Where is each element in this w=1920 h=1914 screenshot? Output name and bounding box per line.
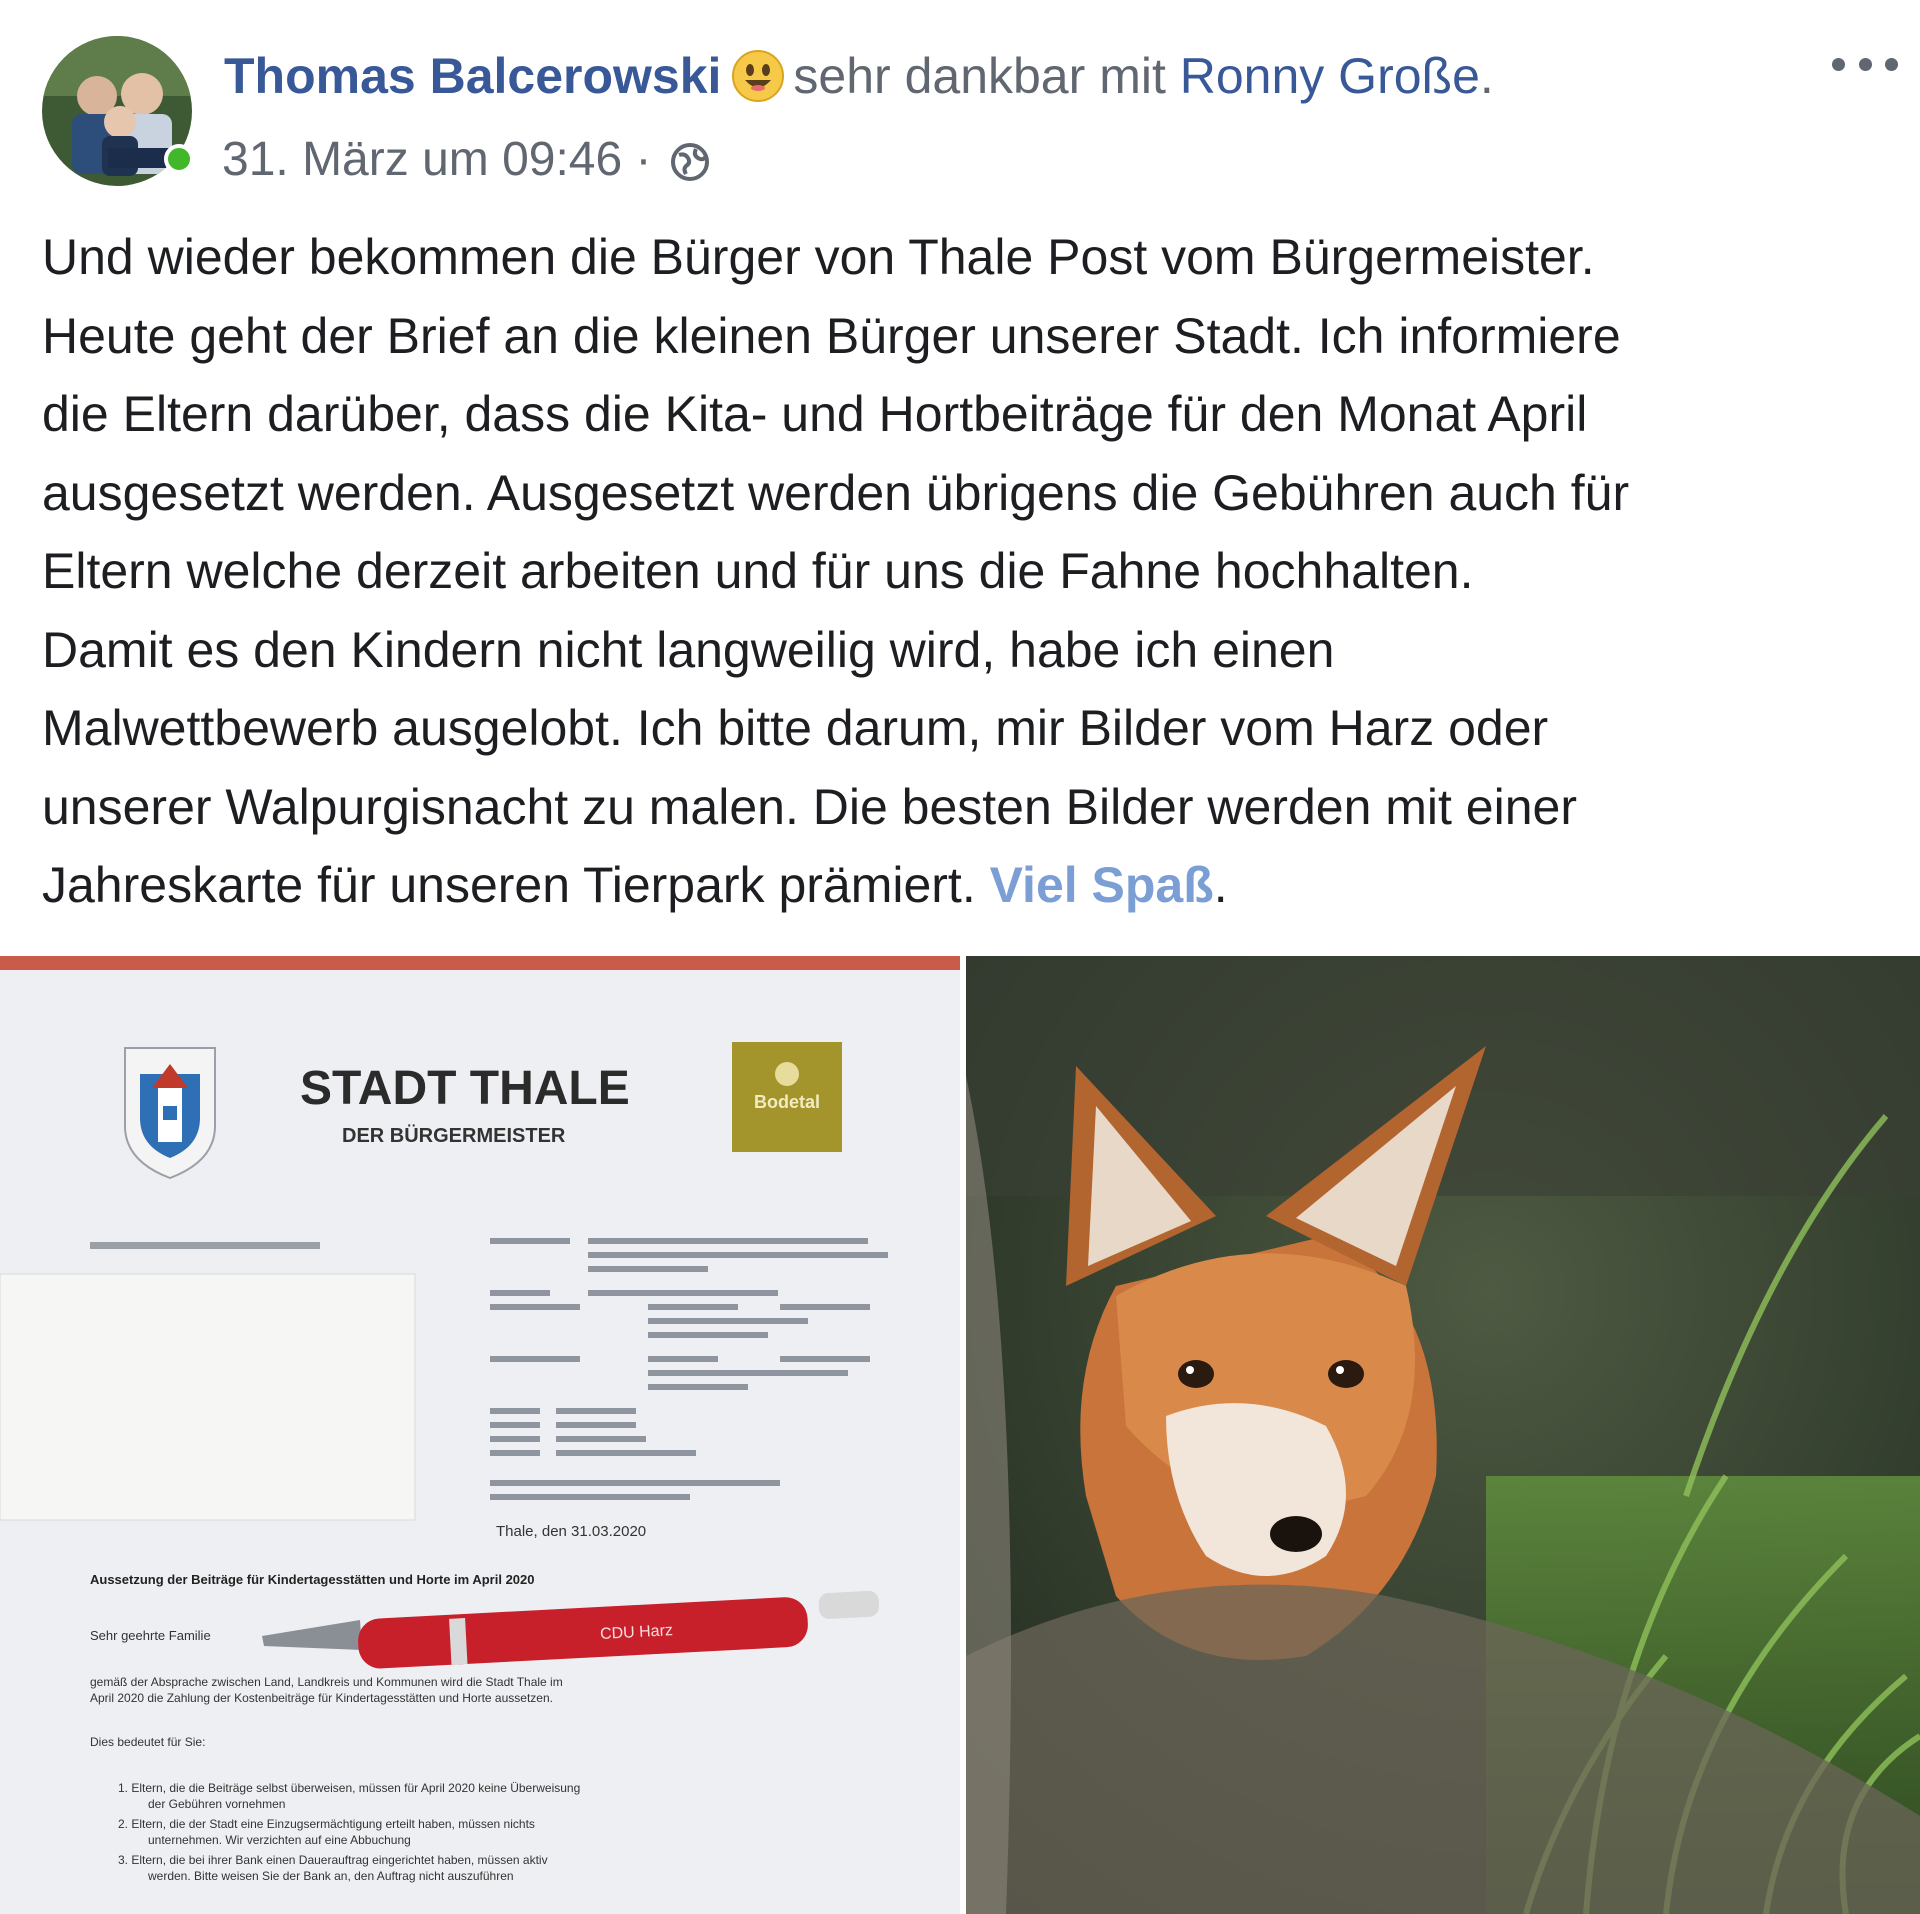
online-status-indicator: [164, 144, 194, 174]
letter-list-item: 2. Eltern, die der Stadt eine Einzugserm…: [118, 1817, 535, 1831]
title-period: .: [1479, 48, 1494, 104]
letter-list-item: 1. Eltern, die die Beiträge selbst überw…: [118, 1781, 580, 1795]
meta-separator: ·: [635, 133, 652, 186]
letter-photo[interactable]: STADT THALE DER BÜRGERMEISTER Bodetal Th…: [0, 956, 960, 1914]
post-text-line: unserer Walpurgisnacht zu malen. Die bes…: [42, 778, 1577, 835]
letter-list-item: unternehmen. Wir verzichten auf eine Abb…: [148, 1833, 411, 1847]
letter-subject: Aussetzung der Beiträge für Kindertagess…: [90, 1572, 535, 1587]
with-word: mit: [1099, 48, 1166, 104]
post-text-last-line: Jahreskarte für unseren Tierpark prämier…: [42, 846, 1902, 925]
post-text-line: ausgesetzt werden. Ausgesetzt werden übr…: [42, 464, 1630, 521]
author-name[interactable]: Thomas Balcerowski: [224, 48, 721, 104]
letter-list-item: werden. Bitte weisen Sie der Bank an, de…: [147, 1869, 514, 1883]
letter-intro: gemäß der Absprache zwischen Land, Landk…: [90, 1675, 563, 1689]
post-text-line: die Eltern darüber, dass die Kita- und H…: [42, 386, 1588, 442]
post-meta: 31. März um 09:46 ·: [222, 130, 711, 198]
letter-image: STADT THALE DER BÜRGERMEISTER Bodetal Th…: [0, 956, 960, 1914]
coat-of-arms-icon: [124, 1047, 216, 1180]
letter-date: Thale, den 31.03.2020: [496, 1523, 646, 1540]
post-text-line: Und wieder bekommen die Bürger von Thale…: [42, 229, 1595, 285]
post-header: Thomas Balcerowski sehr dankbar mit Ronny…: [0, 0, 1920, 200]
last-line-text: Jahreskarte für unseren Tierpark prämier…: [42, 857, 990, 913]
letter-title: STADT THALE: [300, 1062, 630, 1115]
smiling-face-icon: [731, 49, 785, 116]
post-text-line: Damit es den Kindern nicht langweilig wi…: [42, 621, 1335, 678]
fox-photo[interactable]: [966, 956, 1920, 1914]
post-text-line: Eltern welche derzeit arbeiten und für u…: [42, 543, 1474, 599]
letter-salutation: Sehr geehrte Familie: [90, 1628, 211, 1643]
brand-badge: Bodetal: [754, 1092, 820, 1112]
viel-spass-link[interactable]: Viel Spaß: [990, 857, 1214, 913]
post-text: Und wieder bekommen die Bürger von Thale…: [42, 218, 1902, 925]
letter-list-intro: Dies bedeutet für Sie:: [90, 1735, 205, 1749]
letter-list-item: 3. Eltern, die bei ihrer Bank einen Daue…: [118, 1853, 548, 1867]
letter-intro-2: April 2020 die Zahlung der Kostenbeiträg…: [90, 1691, 553, 1705]
letter-subtitle: DER BÜRGERMEISTER: [342, 1124, 566, 1147]
letter-list-item: der Gebühren vornehmen: [148, 1797, 285, 1811]
post-title-line: Thomas Balcerowski sehr dankbar mit Ronny…: [224, 46, 1494, 116]
more-options-icon[interactable]: [1828, 46, 1902, 82]
post-timestamp[interactable]: 31. März um 09:46: [222, 133, 622, 186]
globe-icon[interactable]: [669, 138, 711, 198]
post-text-line: Heute geht der Brief an die kleinen Bürg…: [42, 307, 1621, 364]
fox-image: [966, 956, 1920, 1914]
last-line-period: .: [1213, 857, 1228, 913]
post-text-line: Malwettbewerb ausgelobt. Ich bitte darum…: [42, 700, 1549, 756]
feeling-text: sehr dankbar: [793, 48, 1086, 104]
tagged-person-link[interactable]: Ronny Große: [1180, 48, 1480, 104]
